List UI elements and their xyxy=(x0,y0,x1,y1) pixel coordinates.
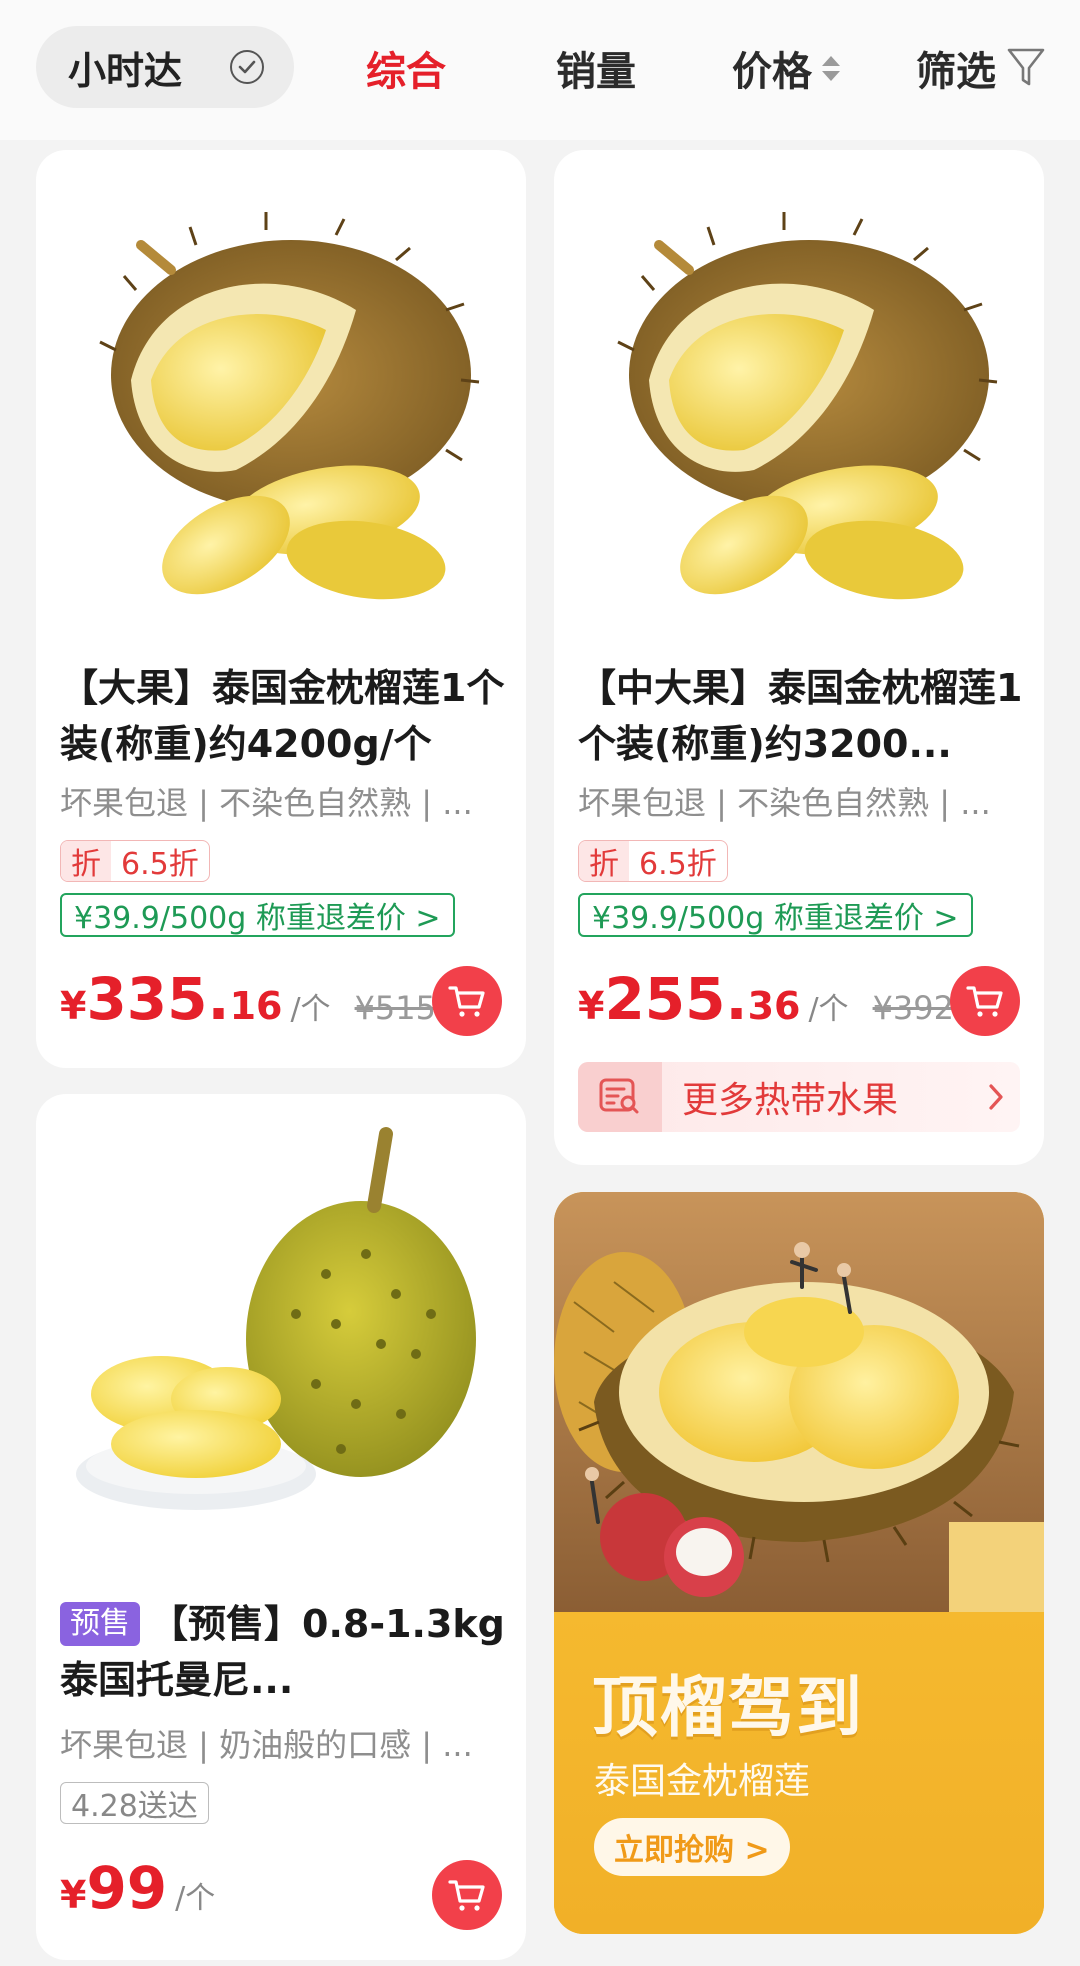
price-int: 255. xyxy=(604,965,748,1033)
product-image xyxy=(36,150,526,630)
chip-label: 小时达 xyxy=(68,48,183,93)
cart-icon xyxy=(966,986,1003,1017)
more-label: 更多热带水果 xyxy=(682,1080,899,1121)
tab-price[interactable]: 价格 xyxy=(732,40,840,96)
price-dec: 16 xyxy=(229,984,283,1028)
price-unit: /个 xyxy=(290,992,331,1027)
price: ¥ 99 /个 xyxy=(60,1854,215,1922)
sort-bar: 小时达 综合 销量 价格 筛选 xyxy=(0,0,1080,140)
tab-label: 综合 xyxy=(366,49,446,95)
product-image xyxy=(36,1094,526,1574)
add-to-cart-button[interactable] xyxy=(950,966,1020,1036)
tab-label: 价格 xyxy=(732,49,812,95)
price-unit: /个 xyxy=(175,1881,216,1916)
product-features: 坏果包退 | 不染色自然熟 | ... xyxy=(578,784,991,822)
filter-icon xyxy=(1006,46,1046,90)
price-unit: /个 xyxy=(808,992,849,1027)
promo-subtitle: 泰国金枕榴莲 xyxy=(594,1761,811,1802)
discount-label: 折 xyxy=(61,841,111,881)
cart-icon xyxy=(448,1880,485,1911)
delivery-date-tag: 4.28送达 xyxy=(60,1782,209,1824)
promo-image xyxy=(554,1192,1044,1612)
buy-now-button[interactable]: 立即抢购 > xyxy=(594,1818,790,1876)
product-image xyxy=(554,150,1044,630)
hourly-delivery-chip[interactable]: 小时达 xyxy=(36,26,294,108)
tab-label: 筛选 xyxy=(916,49,996,95)
weight-price-tag[interactable]: ¥39.9/500g 称重退差价 > xyxy=(578,893,973,937)
product-card[interactable]: 【大果】泰国金枕榴莲1个装(称重)约4200g/个 坏果包退 | 不染色自然熟 … xyxy=(36,150,526,1068)
add-to-cart-button[interactable] xyxy=(432,1860,502,1930)
discount-rate: 6.5折 xyxy=(639,847,717,882)
more-tropical-fruit-link[interactable]: 更多热带水果 xyxy=(578,1062,1020,1132)
chevron-right-icon xyxy=(986,1082,1006,1112)
tab-comprehensive[interactable]: 综合 xyxy=(366,40,446,96)
product-features: 坏果包退 | 奶油般的口感 | ... xyxy=(60,1726,473,1764)
product-title: 预售 【预售】0.8-1.3kg泰国托曼尼... xyxy=(60,1596,508,1708)
product-card[interactable]: 预售 【预售】0.8-1.3kg泰国托曼尼... 坏果包退 | 奶油般的口感 | … xyxy=(36,1094,526,1960)
tab-filter[interactable]: 筛选 xyxy=(916,40,1046,96)
add-to-cart-button[interactable] xyxy=(432,966,502,1036)
sort-arrows-icon xyxy=(822,55,840,81)
weight-price-tag[interactable]: ¥39.9/500g 称重退差价 > xyxy=(60,893,455,937)
tab-sales[interactable]: 销量 xyxy=(556,40,636,96)
promo-title: 顶榴驾到 xyxy=(592,1669,864,1746)
price-int: 99 xyxy=(86,1854,168,1922)
price-dec: 36 xyxy=(747,984,801,1028)
search-list-icon xyxy=(578,1062,662,1132)
price-int: 335. xyxy=(86,965,230,1033)
check-icon xyxy=(230,50,264,84)
product-features: 坏果包退 | 不染色自然熟 | ... xyxy=(60,784,473,822)
price-symbol: ¥ xyxy=(578,984,605,1028)
discount-tag: 折 6.5折 xyxy=(60,840,210,882)
price: ¥ 255. 36 /个 ¥392.9 xyxy=(578,965,985,1033)
presale-badge: 预售 xyxy=(60,1602,140,1646)
price-symbol: ¥ xyxy=(60,984,87,1028)
product-title: 【大果】泰国金枕榴莲1个装(称重)约4200g/个 xyxy=(60,666,505,766)
promo-banner[interactable]: 顶榴驾到 泰国金枕榴莲 立即抢购 > xyxy=(554,1192,1044,1934)
discount-rate: 6.5折 xyxy=(121,847,199,882)
price: ¥ 335. 16 /个 ¥515.7 xyxy=(60,965,467,1033)
tab-label: 销量 xyxy=(556,49,636,95)
product-title: 【中大果】泰国金枕榴莲1个装(称重)约3200... xyxy=(578,666,1023,766)
price-symbol: ¥ xyxy=(60,1873,87,1917)
discount-tag: 折 6.5折 xyxy=(578,840,728,882)
discount-label: 折 xyxy=(579,841,629,881)
cart-icon xyxy=(448,986,485,1017)
product-card[interactable]: 【中大果】泰国金枕榴莲1个装(称重)约3200... 坏果包退 | 不染色自然熟… xyxy=(554,150,1044,1165)
